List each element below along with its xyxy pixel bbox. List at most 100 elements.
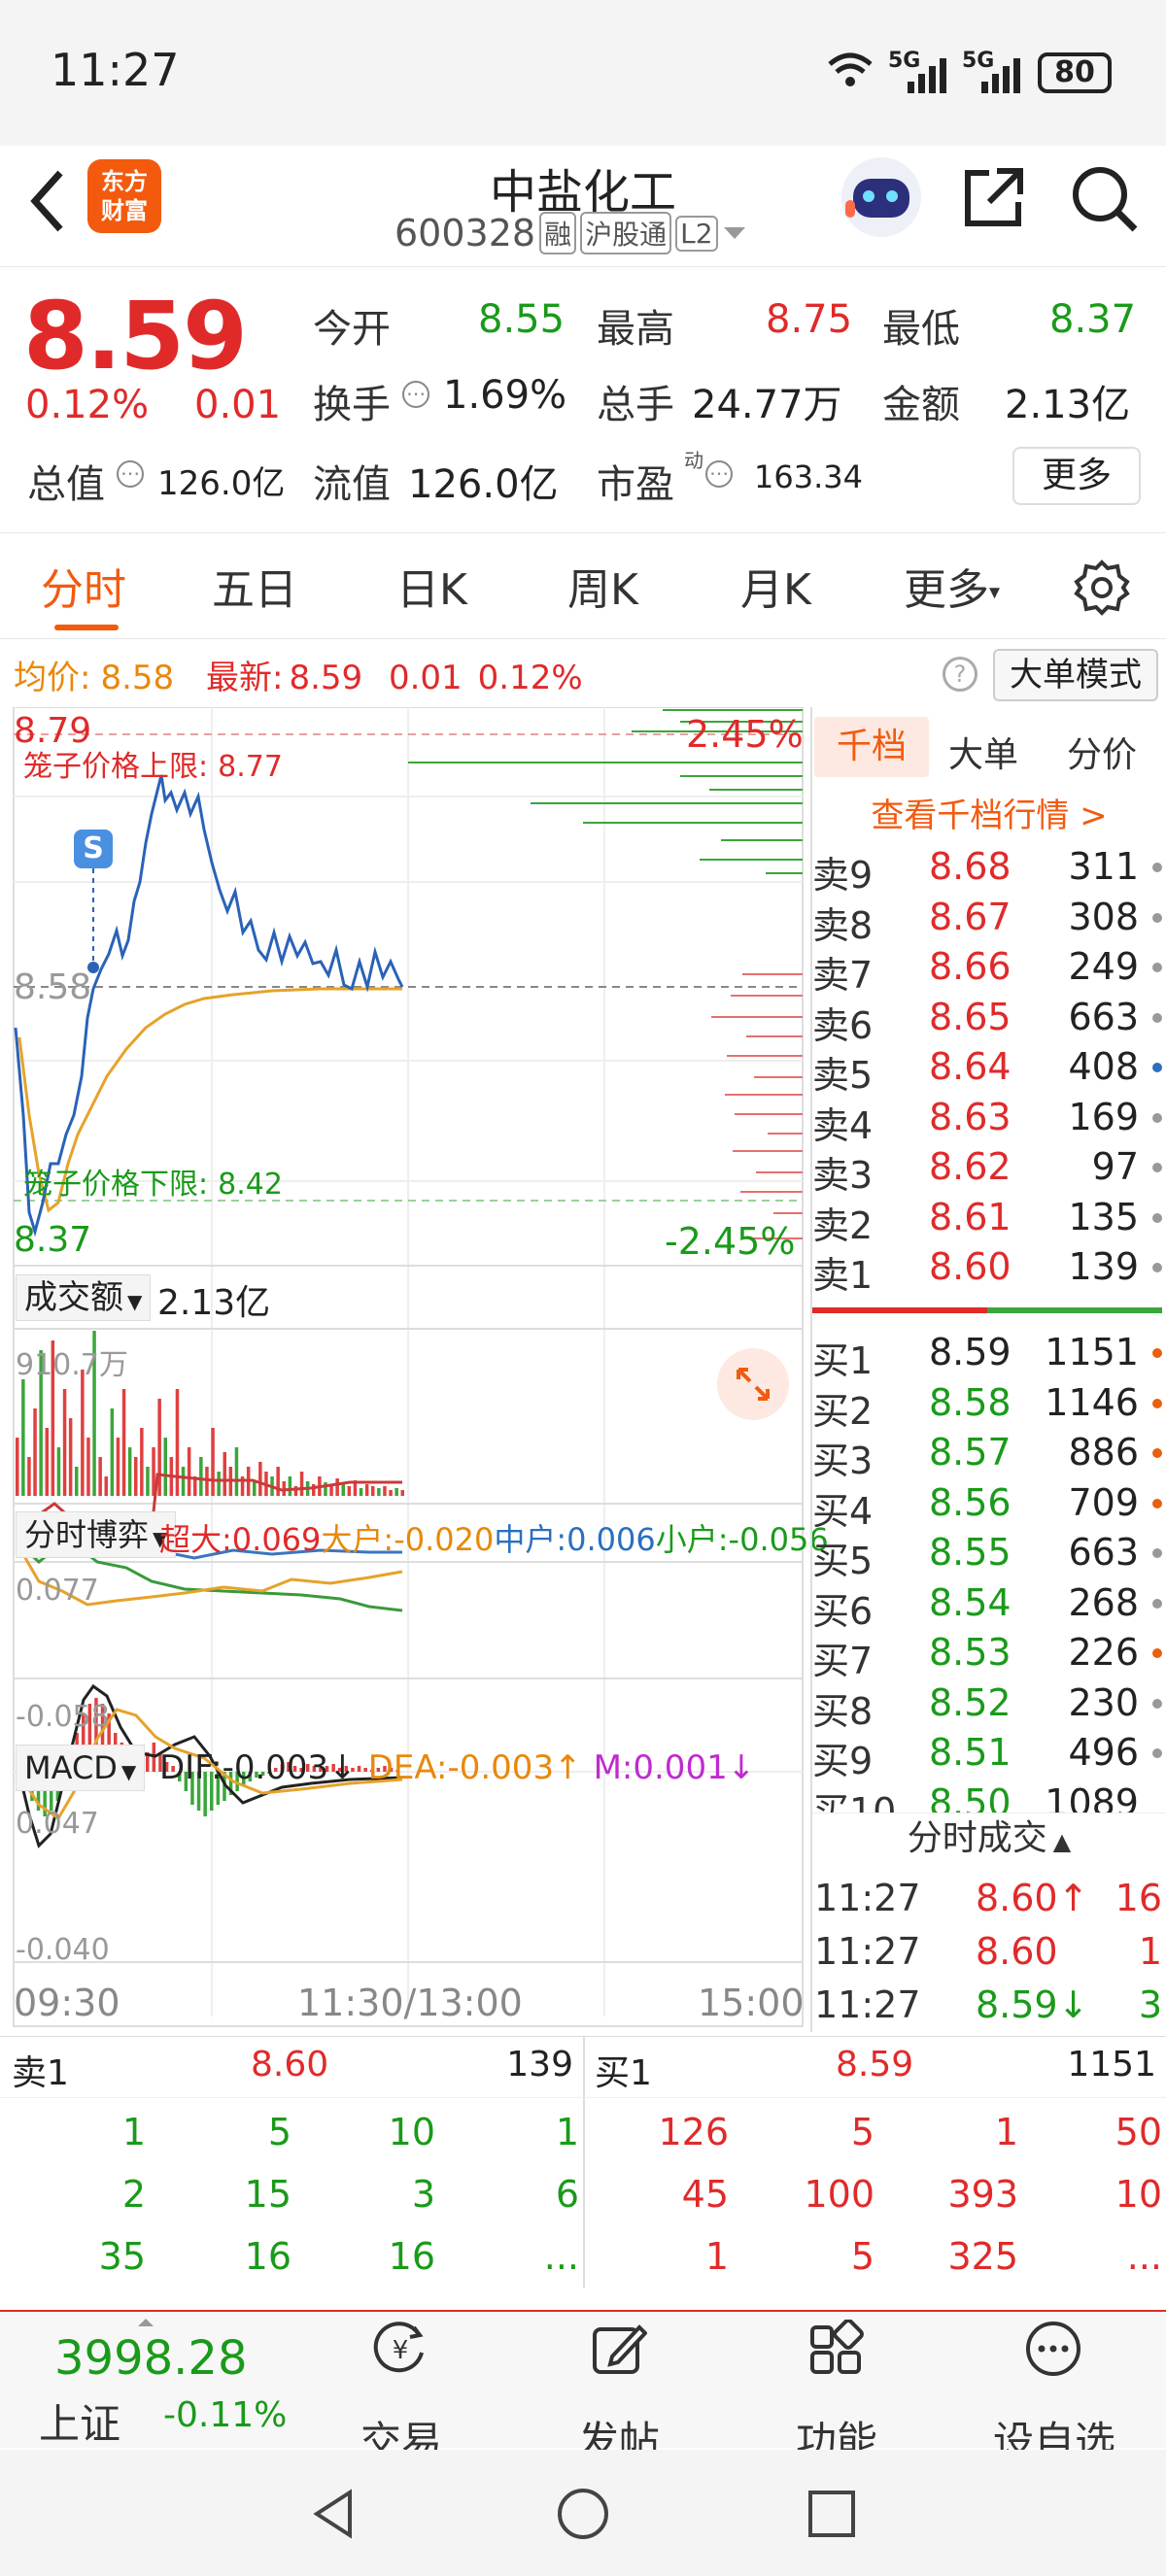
volume-bar [86, 1438, 90, 1496]
active-tab-indicator [54, 625, 119, 630]
level-dot [1152, 1163, 1162, 1172]
ask-level-row[interactable]: 卖6 8.65 663 [812, 992, 1166, 1047]
bid-level-row[interactable]: 买2 8.58 1146 [812, 1377, 1166, 1433]
bid-level-row[interactable]: 买4 8.56 709 [812, 1477, 1166, 1533]
collapse-icon[interactable] [136, 2312, 155, 2326]
volume-bar [288, 1476, 292, 1496]
pe-label: 市盈 [597, 462, 674, 507]
status-time: 11:27 [51, 44, 180, 96]
volume-value: 24.77万 [692, 383, 842, 427]
info-icon[interactable]: ⋯ [117, 460, 144, 488]
pct-axis-min: -2.45% [665, 1220, 796, 1263]
level-dot [1152, 1698, 1162, 1709]
expand-icon[interactable] [717, 1348, 789, 1420]
s-marker[interactable]: S [74, 830, 113, 868]
tick-row: 11:27 8.59↓ 3 [812, 1980, 1166, 2032]
macd-selector[interactable]: MACD ▼ [16, 1745, 146, 1791]
volume-bar [157, 1399, 161, 1496]
large-order-mode-button[interactable]: 大单模式 [993, 649, 1158, 701]
queue-ask-cell: ... [543, 2235, 579, 2278]
bid-level-row[interactable]: 买6 8.54 268 [812, 1577, 1166, 1633]
orderbook-tab-price[interactable]: 分价 [1067, 727, 1137, 777]
volume-bar [364, 1484, 369, 1496]
app-logo[interactable]: 东方 财富 [87, 159, 161, 233]
share-icon[interactable] [960, 163, 1028, 231]
volume-bar [211, 1428, 215, 1496]
bid-level-row[interactable]: 买8 8.52 230 [812, 1678, 1166, 1733]
volume-bar [383, 1486, 387, 1496]
ask-level-row[interactable]: 卖9 8.68 311 [812, 841, 1166, 897]
ask-level-row[interactable]: 卖1 8.60 139 [812, 1241, 1166, 1297]
settings-icon[interactable] [1073, 559, 1131, 617]
queue-bid-cell: 50 [1115, 2111, 1162, 2153]
bid-level-row[interactable]: 买1 8.59 1151 [812, 1327, 1166, 1382]
queue-ask-cell: 35 [98, 2235, 146, 2278]
bid-level-volume: 268 [1068, 1580, 1139, 1624]
search-icon[interactable] [1069, 163, 1141, 235]
volume-bar [187, 1447, 191, 1496]
ask-level-row[interactable]: 卖7 8.66 249 [812, 941, 1166, 997]
volume-bar [258, 1462, 262, 1496]
queue-ask-cell: 1 [555, 2111, 579, 2153]
bid-level-row[interactable]: 买7 8.53 226 [812, 1627, 1166, 1682]
back-icon[interactable] [23, 167, 72, 235]
queue-bid-cell: 100 [804, 2173, 874, 2216]
tab-five-day[interactable]: 五日 [212, 555, 297, 617]
index-value[interactable]: 3998.28 [54, 2331, 248, 2386]
bid-level-price: 8.58 [929, 1380, 1012, 1424]
tick-time: 11:27 [814, 1930, 921, 1973]
tab-intraday[interactable]: 分时 [41, 555, 126, 617]
queue-ask-cell: 15 [244, 2173, 292, 2216]
volume-bar [81, 1370, 85, 1496]
volume-bar [45, 1428, 49, 1496]
nav-back-icon[interactable] [307, 2487, 361, 2541]
volume-selector[interactable]: 成交额 ▼ [16, 1274, 152, 1321]
ask-level-price: 8.60 [929, 1245, 1012, 1288]
pct-axis-max: 2.45% [686, 713, 804, 756]
ask-level-row[interactable]: 卖4 8.63 169 [812, 1092, 1166, 1147]
stock-code: 600328 [394, 212, 536, 254]
bid-level-row[interactable]: 买3 8.57 886 [812, 1427, 1166, 1482]
time-axis-start: 09:30 [14, 1982, 120, 2024]
ticks-header[interactable]: 分时成交 ▲ [812, 1813, 1166, 1863]
dropdown-icon[interactable] [722, 223, 747, 243]
index-change[interactable]: -0.11% [163, 2395, 287, 2435]
volume-bar [329, 1486, 333, 1496]
flow-selector[interactable]: 分时博弈 ▼ [16, 1511, 177, 1558]
level-dot [1152, 1398, 1162, 1408]
info-icon[interactable]: ⋯ [402, 381, 429, 408]
ask-level-row[interactable]: 卖2 8.61 135 [812, 1192, 1166, 1247]
queue-ask-label: 卖1 [12, 2053, 69, 2093]
queue-bid-cell: 5 [850, 2235, 874, 2278]
ask-level-row[interactable]: 卖8 8.67 308 [812, 892, 1166, 947]
ask-level-row[interactable]: 卖5 8.64 408 [812, 1041, 1166, 1097]
level-dot [1152, 1263, 1162, 1272]
assistant-avatar[interactable] [841, 157, 921, 237]
nav-recents-icon[interactable] [805, 2487, 859, 2541]
volume-bar [163, 1438, 167, 1496]
apps-icon [810, 2320, 864, 2374]
view-depth-link[interactable]: 查看千档行情 > [812, 789, 1166, 836]
info-icon[interactable]: ⋯ [705, 460, 733, 488]
nav-home-icon[interactable] [556, 2487, 610, 2541]
index-name[interactable]: 上证 [39, 2391, 120, 2451]
bid-level-price: 8.53 [929, 1631, 1012, 1674]
bid-level-volume: 709 [1068, 1480, 1139, 1524]
bid-level-row[interactable]: 买9 8.51 496 [812, 1727, 1166, 1782]
bid-level-row[interactable]: 买5 8.55 663 [812, 1527, 1166, 1582]
flow-legend: 超大:0.069大户:-0.020中户:0.006小户:-0.056 [159, 1521, 829, 1558]
tab-monthly-k[interactable]: 月K [740, 555, 811, 617]
help-icon[interactable]: ? [943, 657, 977, 692]
more-icon [1026, 2322, 1080, 2376]
ask-level-row[interactable]: 卖3 8.62 97 [812, 1141, 1166, 1197]
volume-bar [21, 1379, 25, 1496]
orderbook-tab-depth[interactable]: 千档 [814, 717, 929, 777]
queue-bid-label: 买1 [595, 2053, 652, 2093]
macd-axis-min: -0.040 [16, 1933, 110, 1967]
more-button[interactable]: 更多 [1012, 447, 1141, 505]
volume-bar [341, 1484, 345, 1496]
orderbook-tab-large[interactable]: 大单 [948, 727, 1018, 777]
tab-weekly-k[interactable]: 周K [567, 555, 638, 617]
tab-more[interactable]: 更多▾ [904, 555, 1000, 617]
tab-daily-k[interactable]: 日K [396, 555, 467, 617]
